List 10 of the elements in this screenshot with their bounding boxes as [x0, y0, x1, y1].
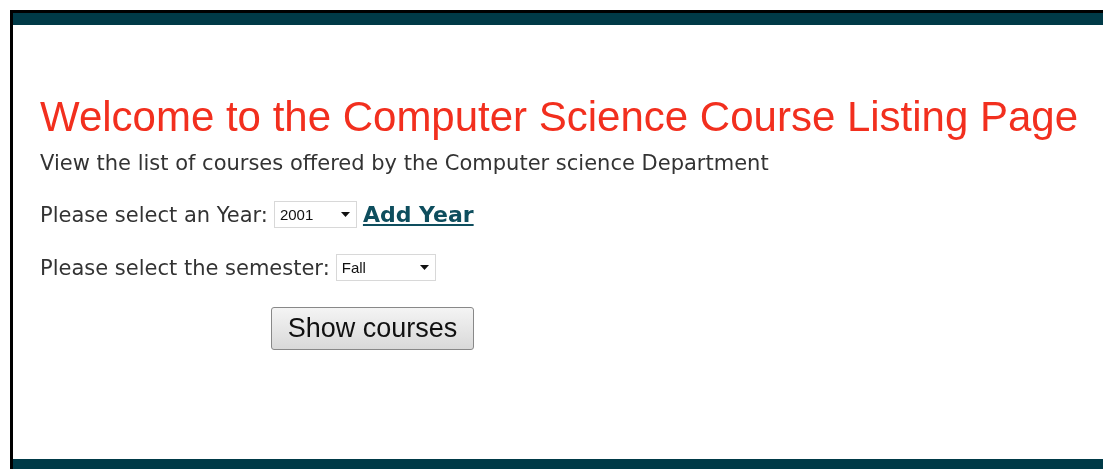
year-select[interactable]: 2001: [273, 201, 357, 228]
year-label: Please select an Year:: [40, 202, 268, 227]
semester-label: Please select the semester:: [40, 255, 330, 280]
add-year-link[interactable]: Add Year: [362, 202, 474, 227]
show-courses-button[interactable]: Show courses: [271, 307, 474, 350]
caret-icon: [340, 212, 350, 217]
semester-select[interactable]: Fall: [335, 254, 436, 281]
caret-icon: [419, 265, 429, 270]
page-heading: Welcome to the Computer Science Course Listing Page: [40, 93, 1080, 141]
intro-text: View the list of courses offered by the Computer science Department: [40, 151, 770, 175]
